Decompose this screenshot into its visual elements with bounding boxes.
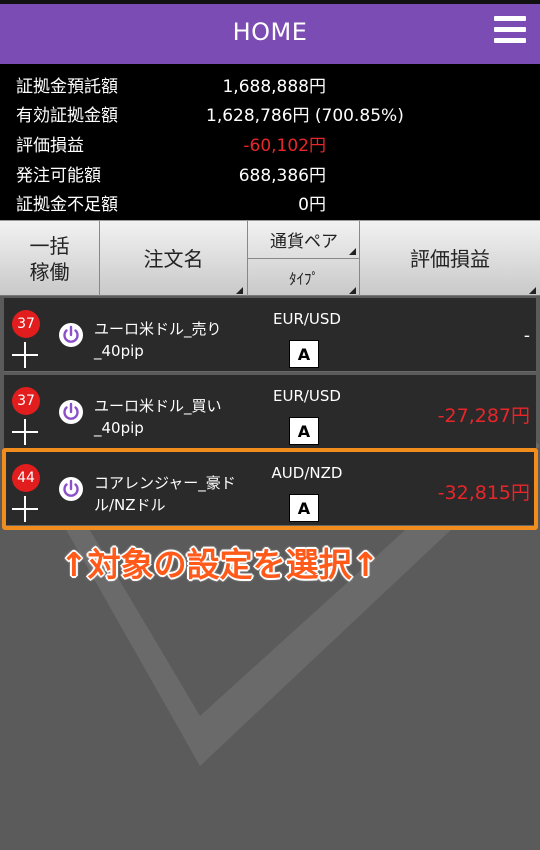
order-type: A — [289, 340, 319, 368]
power-icon[interactable] — [58, 476, 84, 502]
summary-label: 評価損益 — [16, 136, 84, 156]
column-header-bulk-run[interactable]: 一括 稼働 — [0, 221, 100, 297]
column-header-type[interactable]: ﾀｲﾌﾟ — [248, 259, 360, 297]
unrealized-pl: -27,287円 — [437, 405, 530, 427]
order-row[interactable]: 44 コアレンジャー_豪ドル/NZドル AUD/NZD A -32,815円 — [4, 452, 536, 526]
summary-value: -60,102円 — [243, 136, 326, 156]
order-name: コアレンジャー_豪ドル/NZドル — [94, 474, 236, 514]
summary-row-deposit: 証拠金預託額 1,688,888円 — [16, 72, 536, 100]
summary-row-unrealized-pl: 評価損益 -60,102円 — [16, 131, 536, 159]
column-header-pair-type: 通貨ペア ﾀｲﾌﾟ — [248, 221, 360, 297]
currency-pair: EUR/USD — [273, 310, 341, 328]
count-badge: 37 — [12, 310, 40, 338]
summary-label: 証拠金不足額 — [16, 195, 118, 215]
column-header-order-name[interactable]: 注文名 — [100, 221, 248, 297]
summary-value: 1,628,786円 (700.85%) — [206, 106, 404, 126]
unrealized-pl: -32,815円 — [437, 482, 530, 504]
order-name: ユーロ米ドル_売り_40pip — [94, 320, 222, 360]
sort-indicator-icon — [529, 287, 536, 294]
order-type: A — [289, 494, 319, 522]
plus-icon[interactable] — [12, 419, 38, 445]
summary-row-effective-margin: 有効証拠金額 1,628,786円 (700.85%) — [16, 101, 536, 129]
column-header-label: 評価損益 — [410, 247, 490, 271]
hamburger-menu-icon[interactable] — [494, 16, 526, 48]
page-title: HOME — [232, 18, 308, 46]
summary-value: 0円 — [298, 195, 326, 215]
column-header-currency-pair[interactable]: 通貨ペア — [248, 221, 360, 259]
app-screen: HOME 証拠金預託額 1,688,888円 有効証拠金額 1,628,786円… — [0, 0, 540, 850]
plus-icon[interactable] — [12, 496, 38, 522]
order-name: ユーロ米ドル_買い_40pip — [94, 397, 222, 437]
column-header-label: 通貨ペア — [270, 232, 338, 252]
sort-indicator-icon — [236, 287, 243, 294]
summary-label: 有効証拠金額 — [16, 106, 118, 126]
table-header: 一括 稼働 注文名 通貨ペア ﾀｲﾌﾟ 評価損益 — [0, 220, 540, 297]
order-row[interactable]: 37 ユーロ米ドル_買い_40pip EUR/USD A -27,287円 — [4, 375, 536, 449]
currency-pair: EUR/USD — [273, 387, 341, 405]
order-row[interactable]: 37 ユーロ米ドル_売り_40pip EUR/USD A - — [4, 298, 536, 372]
power-icon[interactable] — [58, 399, 84, 425]
currency-pair: AUD/NZD — [271, 464, 343, 482]
power-icon[interactable] — [58, 322, 84, 348]
plus-icon[interactable] — [12, 342, 38, 368]
column-header-unrealized-pl[interactable]: 評価損益 — [360, 221, 540, 297]
instruction-caption: ↑対象の設定を選択↑ — [60, 545, 380, 584]
summary-value: 1,688,888円 — [222, 77, 326, 97]
summary-label: 発注可能額 — [16, 166, 101, 186]
count-badge: 44 — [12, 464, 40, 492]
summary-value: 688,386円 — [238, 166, 326, 186]
account-summary: 証拠金預託額 1,688,888円 有効証拠金額 1,628,786円 (700… — [0, 64, 540, 220]
sort-indicator-icon — [349, 287, 356, 294]
summary-label: 証拠金預託額 — [16, 77, 118, 97]
count-badge: 37 — [12, 387, 40, 415]
column-header-label: ﾀｲﾌﾟ — [288, 269, 319, 288]
column-header-label: 注文名 — [143, 247, 204, 271]
app-header: HOME — [0, 0, 540, 64]
order-type: A — [289, 417, 319, 445]
summary-row-orderable-amount: 発注可能額 688,386円 — [16, 161, 536, 189]
summary-row-margin-shortage: 証拠金不足額 0円 — [16, 190, 536, 218]
sort-indicator-icon — [349, 248, 356, 255]
unrealized-pl: - — [523, 326, 530, 346]
